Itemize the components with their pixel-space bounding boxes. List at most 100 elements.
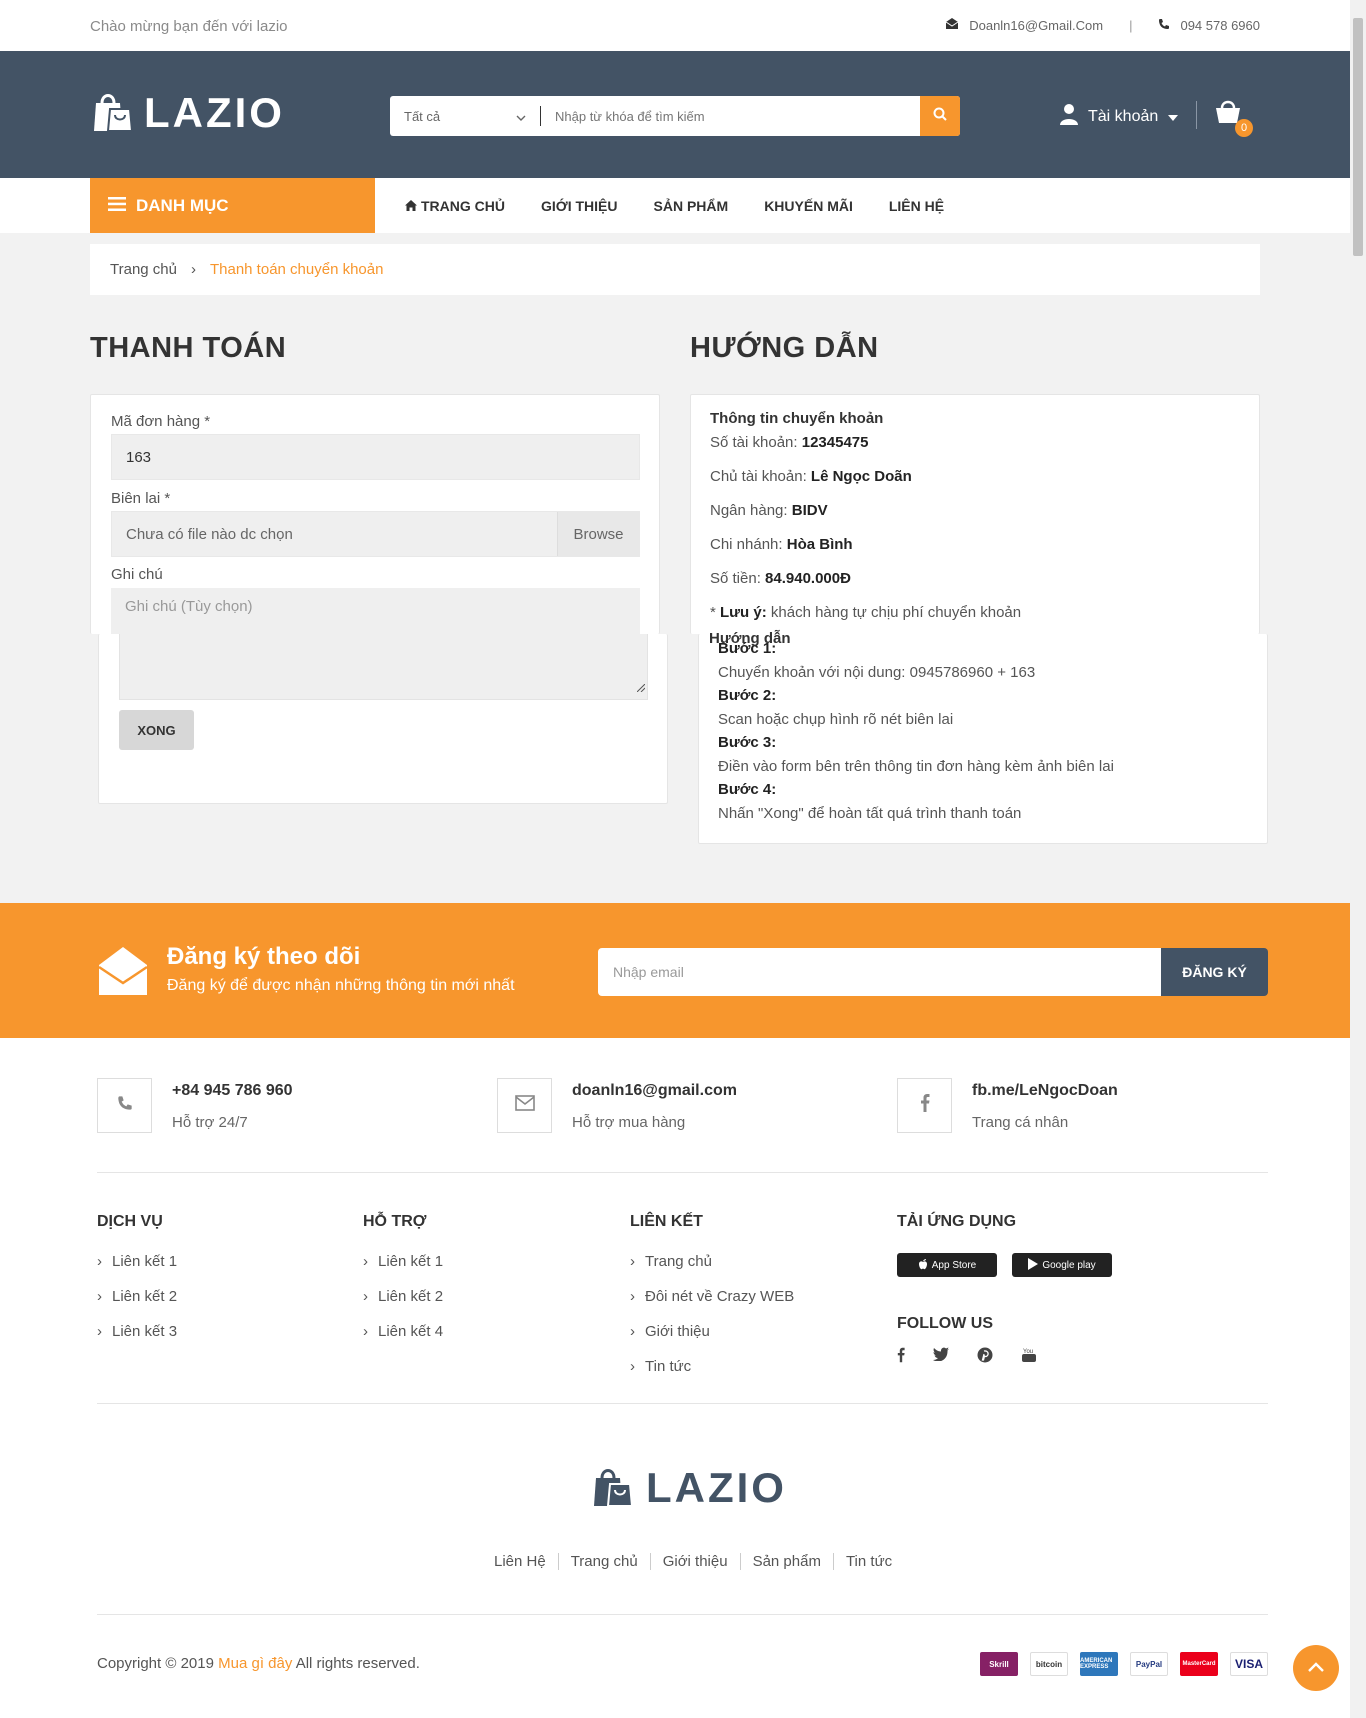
facebook-icon[interactable] [897, 1347, 905, 1368]
bank-value: BIDV [791, 502, 828, 519]
account-label: Tài khoản [1088, 107, 1159, 125]
payment-form-lower: XONG [98, 634, 668, 804]
newsletter-subscribe-button[interactable]: ĐĂNG KÝ [1161, 948, 1268, 996]
hamburger-icon [108, 196, 126, 216]
footer-link[interactable]: › Liên kết 1 [97, 1253, 177, 1270]
account-owner-row: Chủ tài khoản: Lê Ngọc Doãn [710, 468, 912, 485]
footer-link-products[interactable]: Sản phẩm [741, 1553, 834, 1570]
footer-link-label: Liên kết 2 [378, 1288, 444, 1305]
footer-link[interactable]: › Liên kết 3 [97, 1323, 177, 1340]
guide-steps-title: Hướng dẫn [709, 630, 791, 647]
copyright-prefix: Copyright © 2019 [97, 1655, 214, 1672]
nav-item-contact[interactable]: LIÊN HỆ [889, 198, 944, 214]
youtube-icon[interactable]: You [1021, 1347, 1037, 1368]
back-to-top-button[interactable] [1293, 1645, 1339, 1691]
pinterest-icon[interactable] [977, 1347, 993, 1368]
step-4-title: Bước 4: [718, 781, 777, 798]
copyright-brand[interactable]: Mua gì đây [218, 1655, 292, 1672]
logo-text: LAZIO [144, 88, 285, 136]
step-3-text: Điền vào form bên trên thông tin đơn hàn… [718, 758, 1114, 775]
cart-button[interactable]: 0 [1215, 98, 1253, 137]
google-play-button[interactable]: Google play [1012, 1253, 1112, 1277]
google-play-label: Google play [1042, 1259, 1096, 1271]
chevron-right-icon: › [363, 1323, 368, 1340]
newsletter-email-input[interactable]: Nhập email [598, 948, 1168, 996]
chevron-right-icon: › [190, 261, 196, 278]
follow-us-title: FOLLOW US [897, 1315, 993, 1332]
newsletter-subtitle: Đăng ký để được nhận những thông tin mới… [167, 977, 515, 994]
contact-phone-number[interactable]: +84 945 786 960 [172, 1082, 293, 1100]
chevron-right-icon: › [630, 1358, 635, 1375]
search-category-select[interactable]: Tất cả [390, 96, 540, 136]
nav-item-products[interactable]: SẢN PHẨM [654, 198, 729, 214]
footer-link[interactable]: › Tin tức [630, 1358, 794, 1375]
guide-heading: HƯỚNG DẪN [690, 332, 879, 364]
bank-label: Ngân hàng: [710, 502, 788, 519]
bank-row: Ngân hàng: BIDV [710, 502, 828, 519]
order-id-input[interactable]: 163 [111, 434, 640, 480]
account-menu[interactable]: Tài khoản [1060, 103, 1179, 130]
footer-link-home[interactable]: Trang chủ [559, 1553, 651, 1570]
footer-link-label: Trang chủ [645, 1253, 712, 1270]
footer-link[interactable]: › Liên kết 2 [363, 1288, 443, 1305]
chevron-right-icon: › [363, 1288, 368, 1305]
footer-link[interactable]: › Đôi nét về Crazy WEB [630, 1288, 794, 1305]
chevron-right-icon: › [363, 1253, 368, 1270]
footer-link-label: Liên kết 1 [112, 1253, 178, 1270]
main-content: Trang chủ › Thanh toán chuyển khoản THAN… [0, 233, 1350, 903]
footer-link[interactable]: › Liên kết 2 [97, 1288, 177, 1305]
footer-links: Liên Hệ Trang chủ Giới thiệu Sản phẩm Ti… [482, 1553, 904, 1570]
logo[interactable]: LAZIO [90, 87, 285, 138]
footer-link-label: Giới thiệu [645, 1323, 710, 1340]
phone-icon [1158, 18, 1170, 33]
note-placeholder: Ghi chú (Tùy chọn) [111, 588, 640, 635]
footer-logo[interactable]: LAZIO [590, 1462, 787, 1513]
page-scrollbar[interactable] [1350, 0, 1366, 1718]
amount-row: Số tiền: 84.940.000Đ [710, 570, 851, 587]
receipt-label: Biên lai * [111, 490, 171, 507]
footer-link[interactable]: › Trang chủ [630, 1253, 794, 1270]
shopping-bag-icon [590, 1462, 636, 1513]
receipt-file-input[interactable]: Chưa có file nào dc chọn Browse [111, 511, 640, 557]
app-store-button[interactable]: App Store [897, 1253, 997, 1277]
footer-link[interactable]: › Giới thiệu [630, 1323, 794, 1340]
order-id-value: 163 [126, 448, 152, 466]
contact-facebook-link[interactable]: fb.me/LeNgocDoan [972, 1082, 1118, 1100]
category-menu-button[interactable]: DANH MỤC [90, 178, 375, 233]
footer-link-about[interactable]: Giới thiệu [651, 1553, 741, 1570]
chevron-right-icon: › [97, 1253, 102, 1270]
search-button[interactable] [920, 96, 960, 136]
footer-link-news[interactable]: Tin tức [834, 1553, 904, 1570]
top-email[interactable]: Doanln16@Gmail.Com [969, 18, 1103, 33]
search-input[interactable] [541, 96, 920, 136]
footer-divider-2 [97, 1403, 1268, 1404]
twitter-icon[interactable] [933, 1347, 949, 1368]
footer-link[interactable]: › Liên kết 1 [363, 1253, 443, 1270]
paypal-icon: PayPal [1130, 1652, 1168, 1676]
contact-email-sub: Hỗ trợ mua hàng [572, 1114, 686, 1131]
breadcrumb-home[interactable]: Trang chủ [110, 261, 177, 278]
copyright: Copyright © 2019 Mua gì đây All rights r… [97, 1655, 420, 1672]
top-phone[interactable]: 094 578 6960 [1180, 18, 1260, 33]
account-owner-value: Lê Ngọc Doãn [810, 468, 912, 485]
social-links: You [897, 1347, 1112, 1368]
note-textarea[interactable] [119, 634, 648, 700]
nav-item-home[interactable]: TRANG CHỦ [405, 198, 505, 214]
contact-phone: +84 945 786 960 Hỗ trợ 24/7 [97, 1078, 293, 1133]
footer-divider-3 [97, 1614, 1268, 1615]
browse-button[interactable]: Browse [557, 512, 639, 556]
step-1-text: Chuyển khoản với nội dung: 0945786960 + … [718, 664, 1036, 681]
footer-link-contact[interactable]: Liên Hệ [482, 1553, 559, 1570]
contact-email-address[interactable]: doanln16@gmail.com [572, 1082, 737, 1100]
amount-value: 84.940.000Đ [765, 570, 851, 587]
submit-button[interactable]: XONG [119, 710, 194, 750]
nav-item-promotions[interactable]: KHUYẾN MÃI [764, 198, 853, 214]
footer-link[interactable]: › Liên kết 4 [363, 1323, 443, 1340]
footer-col-services-title: DỊCH VỤ [97, 1213, 163, 1230]
scrollbar-thumb[interactable] [1353, 18, 1363, 256]
bitcoin-icon: bitcoin [1030, 1652, 1068, 1676]
chevron-right-icon: › [630, 1323, 635, 1340]
nav-item-about[interactable]: GIỚI THIỆU [541, 198, 618, 214]
chevron-down-icon [516, 109, 526, 124]
main-nav: DANH MỤC TRANG CHỦ GIỚI THIỆU SẢN PHẨM K… [0, 178, 1350, 233]
